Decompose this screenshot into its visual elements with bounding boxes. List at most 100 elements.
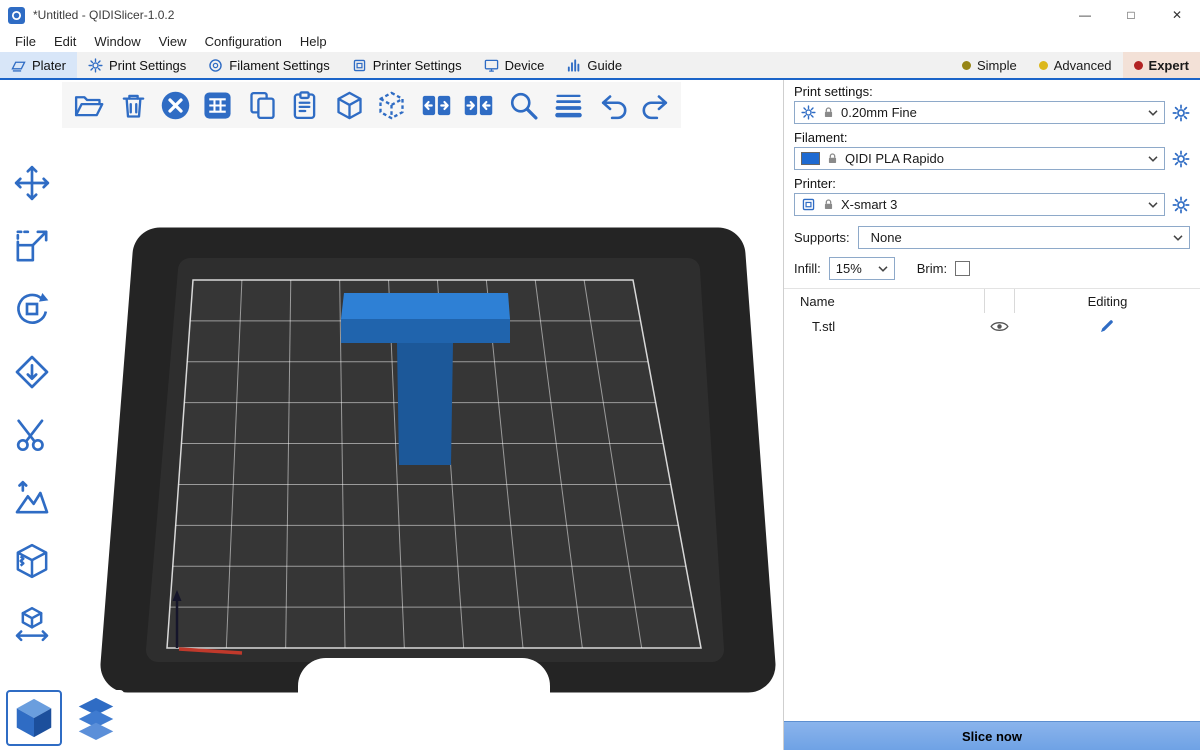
print-settings-icon: [88, 58, 103, 73]
tab-filament-settings[interactable]: Filament Settings: [197, 52, 340, 78]
split-parts-icon: [375, 89, 408, 122]
print-settings-combo[interactable]: 0.20mm Fine: [794, 101, 1165, 124]
filament-combo[interactable]: QIDI PLA Rapido: [794, 147, 1165, 170]
visibility-column-header: [984, 289, 1014, 313]
tab-guide-label: Guide: [587, 58, 622, 73]
object-name: T.stl: [784, 319, 984, 334]
tab-filament-settings-label: Filament Settings: [229, 58, 329, 73]
menu-help[interactable]: Help: [291, 34, 336, 49]
edit-object-icon[interactable]: [1099, 318, 1115, 334]
scale-icon: [12, 226, 52, 266]
window-title: *Untitled - QIDISlicer-1.0.2: [33, 8, 174, 22]
variable-layer-height-button[interactable]: [550, 86, 586, 124]
visibility-eye-icon[interactable]: [990, 320, 1009, 333]
filament-spool-icon: [208, 58, 223, 73]
delete-all-button[interactable]: [157, 86, 193, 124]
menu-window[interactable]: Window: [85, 34, 149, 49]
editing-column-header: Editing: [1014, 289, 1200, 313]
menu-file[interactable]: File: [6, 34, 45, 49]
open-project-button[interactable]: [70, 86, 106, 124]
filament-value: QIDI PLA Rapido: [845, 151, 944, 166]
paste-button[interactable]: [286, 86, 322, 124]
tab-plater[interactable]: Plater: [0, 52, 77, 78]
fuzzy-skin-button[interactable]: [8, 540, 56, 582]
close-button[interactable]: ✕: [1154, 0, 1200, 30]
tab-print-settings-label: Print Settings: [109, 58, 186, 73]
tab-printer-settings[interactable]: Printer Settings: [341, 52, 473, 78]
split-objects-icon: [333, 89, 366, 122]
undo-icon: [597, 89, 630, 122]
infill-label: Infill:: [794, 261, 821, 276]
mirror-tool-button[interactable]: [8, 603, 56, 645]
redo-button[interactable]: [637, 86, 673, 124]
remove-instance-button[interactable]: [418, 86, 454, 124]
minimize-button[interactable]: —: [1062, 0, 1108, 30]
scale-tool-button[interactable]: [8, 225, 56, 267]
brim-label: Brim:: [917, 261, 947, 276]
move-tool-button[interactable]: [8, 162, 56, 204]
menu-configuration[interactable]: Configuration: [196, 34, 291, 49]
chevron-down-icon: [878, 266, 888, 272]
tab-print-settings[interactable]: Print Settings: [77, 52, 197, 78]
infill-value: 15%: [836, 261, 862, 276]
paste-icon: [288, 89, 321, 122]
preview-view-button[interactable]: [68, 690, 124, 746]
print-settings-label: Print settings:: [784, 82, 1200, 101]
split-objects-button[interactable]: [331, 86, 367, 124]
advanced-mode-dot-icon: [1039, 61, 1048, 70]
folder-open-icon: [72, 89, 105, 122]
place-on-face-button[interactable]: [8, 351, 56, 393]
redo-icon: [639, 89, 672, 122]
menu-edit[interactable]: Edit: [45, 34, 85, 49]
tab-printer-settings-label: Printer Settings: [373, 58, 462, 73]
infill-combo[interactable]: 15%: [829, 257, 895, 280]
add-instance-button[interactable]: [460, 86, 496, 124]
undo-button[interactable]: [595, 86, 631, 124]
top-toolbar: [62, 82, 681, 128]
tab-guide[interactable]: Guide: [555, 52, 633, 78]
delete-all-icon: [159, 89, 192, 122]
device-monitor-icon: [484, 58, 499, 73]
object-list-row[interactable]: T.stl: [784, 313, 1200, 339]
mode-simple[interactable]: Simple: [951, 52, 1028, 78]
mode-advanced[interactable]: Advanced: [1028, 52, 1123, 78]
remove-instance-icon: [420, 89, 453, 122]
print-settings-gear-button[interactable]: [1172, 104, 1190, 122]
title-bar: *Untitled - QIDISlicer-1.0.2 — □ ✕: [0, 0, 1200, 30]
plater-icon: [11, 58, 26, 73]
cut-tool-button[interactable]: [8, 414, 56, 456]
chevron-down-icon: [1173, 235, 1183, 241]
filament-gear-button[interactable]: [1172, 150, 1190, 168]
printer-icon: [352, 58, 367, 73]
cube-3d-icon: [11, 695, 57, 741]
copy-button[interactable]: [244, 86, 280, 124]
menu-view[interactable]: View: [150, 34, 196, 49]
printer-combo[interactable]: X-smart 3: [794, 193, 1165, 216]
settings-panel: Print settings: 0.20mm Fine Filament: QI…: [783, 80, 1200, 750]
rotate-tool-button[interactable]: [8, 288, 56, 330]
object-list: Name Editing T.stl: [784, 288, 1200, 721]
chevron-down-icon: [1148, 202, 1158, 208]
editor-view-button[interactable]: [6, 690, 62, 746]
printer-icon: [801, 197, 816, 212]
search-button[interactable]: [505, 86, 541, 124]
printer-label: Printer:: [784, 174, 1200, 193]
mode-expert[interactable]: Expert: [1123, 52, 1200, 78]
delete-button[interactable]: [115, 86, 151, 124]
tab-device[interactable]: Device: [473, 52, 556, 78]
printer-gear-button[interactable]: [1172, 196, 1190, 214]
slice-now-button[interactable]: Slice now: [784, 721, 1200, 750]
brim-checkbox[interactable]: [955, 261, 970, 276]
arrange-button[interactable]: [199, 86, 235, 124]
scene-canvas[interactable]: [0, 80, 783, 750]
viewport-3d[interactable]: [0, 80, 783, 750]
split-parts-button[interactable]: [373, 86, 409, 124]
paint-supports-button[interactable]: [8, 477, 56, 519]
mode-expert-label: Expert: [1149, 58, 1189, 73]
supports-combo[interactable]: None: [858, 226, 1190, 249]
filament-color-swatch: [801, 152, 820, 165]
trash-icon: [117, 89, 150, 122]
maximize-button[interactable]: □: [1108, 0, 1154, 30]
paint-supports-icon: [12, 478, 52, 518]
left-toolbar: [8, 162, 56, 645]
